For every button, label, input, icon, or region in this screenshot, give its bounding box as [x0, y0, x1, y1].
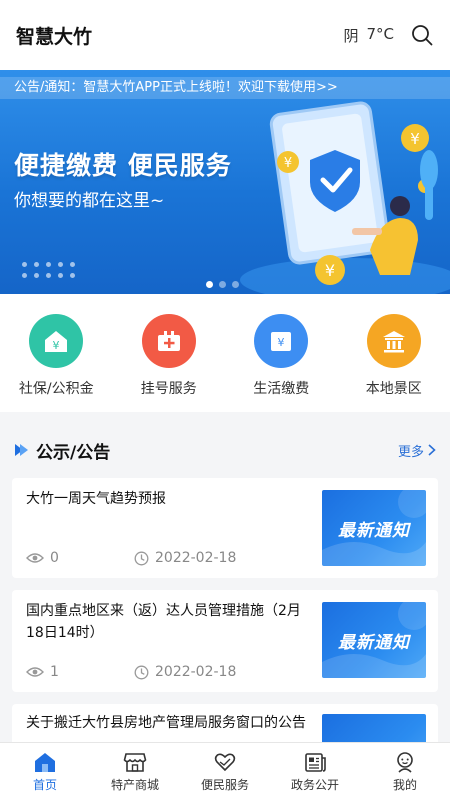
landmark-icon — [366, 314, 421, 368]
news-item[interactable]: 大竹一周天气趋势预报 0 2022-02-18 最新通知 — [12, 478, 438, 578]
house-yen-icon: ¥ — [29, 314, 84, 368]
top-bar: 智慧大竹 阴 7°C — [0, 0, 450, 70]
nav-profile[interactable]: 我的 — [365, 751, 445, 793]
carousel-indicator[interactable] — [206, 281, 239, 288]
svg-text:¥: ¥ — [278, 336, 285, 349]
temperature: 7°C — [366, 24, 394, 43]
clock-icon — [134, 551, 149, 565]
app-title: 智慧大竹 — [16, 25, 93, 48]
chevron-right-icon — [428, 444, 436, 456]
service-label: 社保/公积金 — [18, 381, 94, 397]
user-icon — [397, 751, 413, 773]
nav-label: 我的 — [392, 777, 417, 792]
news-meta: 1 2022-02-18 — [26, 664, 236, 680]
news-thumbnail: 最新通知 — [322, 602, 426, 678]
banner-subtitle: 你想要的都在这里~ — [14, 191, 165, 211]
nav-shop[interactable]: 特产商城 — [95, 751, 175, 793]
clock-icon — [134, 665, 149, 679]
nav-government[interactable]: 政务公开 — [275, 751, 355, 793]
service-label: 本地景区 — [365, 381, 422, 397]
medical-case-icon — [141, 314, 196, 368]
weather-condition: 阴 — [343, 26, 359, 45]
more-link-label: 更多 — [397, 444, 424, 460]
view-count: 0 — [26, 550, 134, 566]
eye-icon — [26, 667, 44, 677]
wallet-yen-icon: ¥ — [254, 314, 309, 368]
service-registration[interactable]: 挂号服务 — [119, 314, 219, 412]
promo-banner[interactable]: 公告/通知：智慧大竹APP正式上线啦！欢迎下载使用>> ¥ ¥ ¥ 便捷缴费 便… — [0, 70, 450, 294]
eye-icon — [26, 553, 44, 563]
notice-ticker[interactable]: 公告/通知：智慧大竹APP正式上线啦！欢迎下载使用>> — [0, 77, 450, 99]
service-label: 生活缴费 — [253, 381, 310, 397]
shop-icon — [123, 752, 147, 772]
service-utility-payment[interactable]: ¥ 生活缴费 — [231, 314, 331, 412]
news-title: 关于搬迁大竹县房地产管理局服务窗口的公告 — [26, 715, 306, 731]
nav-label: 政务公开 — [290, 777, 339, 792]
news-title: 大竹一周天气趋势预报 — [26, 491, 166, 507]
section-title: 公示/公告 — [36, 442, 111, 463]
news-meta: 0 2022-02-18 — [26, 550, 236, 566]
home-icon — [35, 752, 55, 772]
news-thumbnail: 最新通知 — [322, 490, 426, 566]
news-title: 国内重点地区来（返）达人员管理措施（2月18日14时） — [26, 603, 301, 641]
nav-home[interactable]: 首页 — [5, 751, 85, 793]
view-count: 1 — [26, 664, 134, 680]
app-page: 智慧大竹 阴 7°C 公告/通知：智慧大竹APP正式上线啦！欢迎下载使用>> ¥… — [0, 0, 450, 800]
section-arrow-icon — [15, 444, 28, 456]
svg-text:¥: ¥ — [410, 130, 420, 148]
nav-services[interactable]: 便民服务 — [185, 751, 265, 793]
nav-label: 首页 — [32, 777, 57, 792]
weather-widget[interactable]: 阴 7°C — [343, 25, 394, 46]
heart-hands-icon — [214, 753, 236, 771]
carousel-dot[interactable] — [219, 281, 226, 288]
carousel-dot[interactable] — [232, 281, 239, 288]
more-link[interactable]: 更多 — [398, 441, 436, 460]
carousel-dot[interactable] — [206, 281, 213, 288]
bottom-navigation: 首页 特产商城 便民服务 政务公开 我的 — [0, 742, 450, 800]
newspaper-icon — [305, 752, 326, 772]
phone-shield-illustration: ¥ ¥ ¥ — [240, 101, 450, 294]
service-social-security[interactable]: ¥ 社保/公积金 — [6, 314, 106, 412]
svg-text:¥: ¥ — [284, 156, 292, 171]
service-local-attractions[interactable]: 本地景区 — [344, 314, 444, 412]
nav-label: 便民服务 — [200, 777, 249, 792]
news-item[interactable]: 国内重点地区来（返）达人员管理措施（2月18日14时） 1 2022-02-18… — [12, 590, 438, 692]
publish-date: 2022-02-18 — [134, 664, 236, 680]
service-grid: ¥ 社保/公积金 挂号服务 ¥ 生活缴费 本地景区 — [0, 294, 450, 412]
nav-label: 特产商城 — [110, 777, 159, 792]
publish-date: 2022-02-18 — [134, 550, 236, 566]
svg-text:¥: ¥ — [53, 339, 60, 352]
decorative-dot-grid — [22, 262, 76, 278]
service-label: 挂号服务 — [140, 381, 197, 397]
search-icon[interactable] — [410, 23, 434, 47]
thumbnail-text: 最新通知 — [338, 632, 410, 653]
banner-headline: 便捷缴费 便民服务 — [14, 151, 232, 180]
news-section-header: 公示/公告 更多 — [0, 428, 450, 472]
svg-text:¥: ¥ — [325, 261, 335, 280]
thumbnail-text: 最新通知 — [338, 520, 410, 541]
